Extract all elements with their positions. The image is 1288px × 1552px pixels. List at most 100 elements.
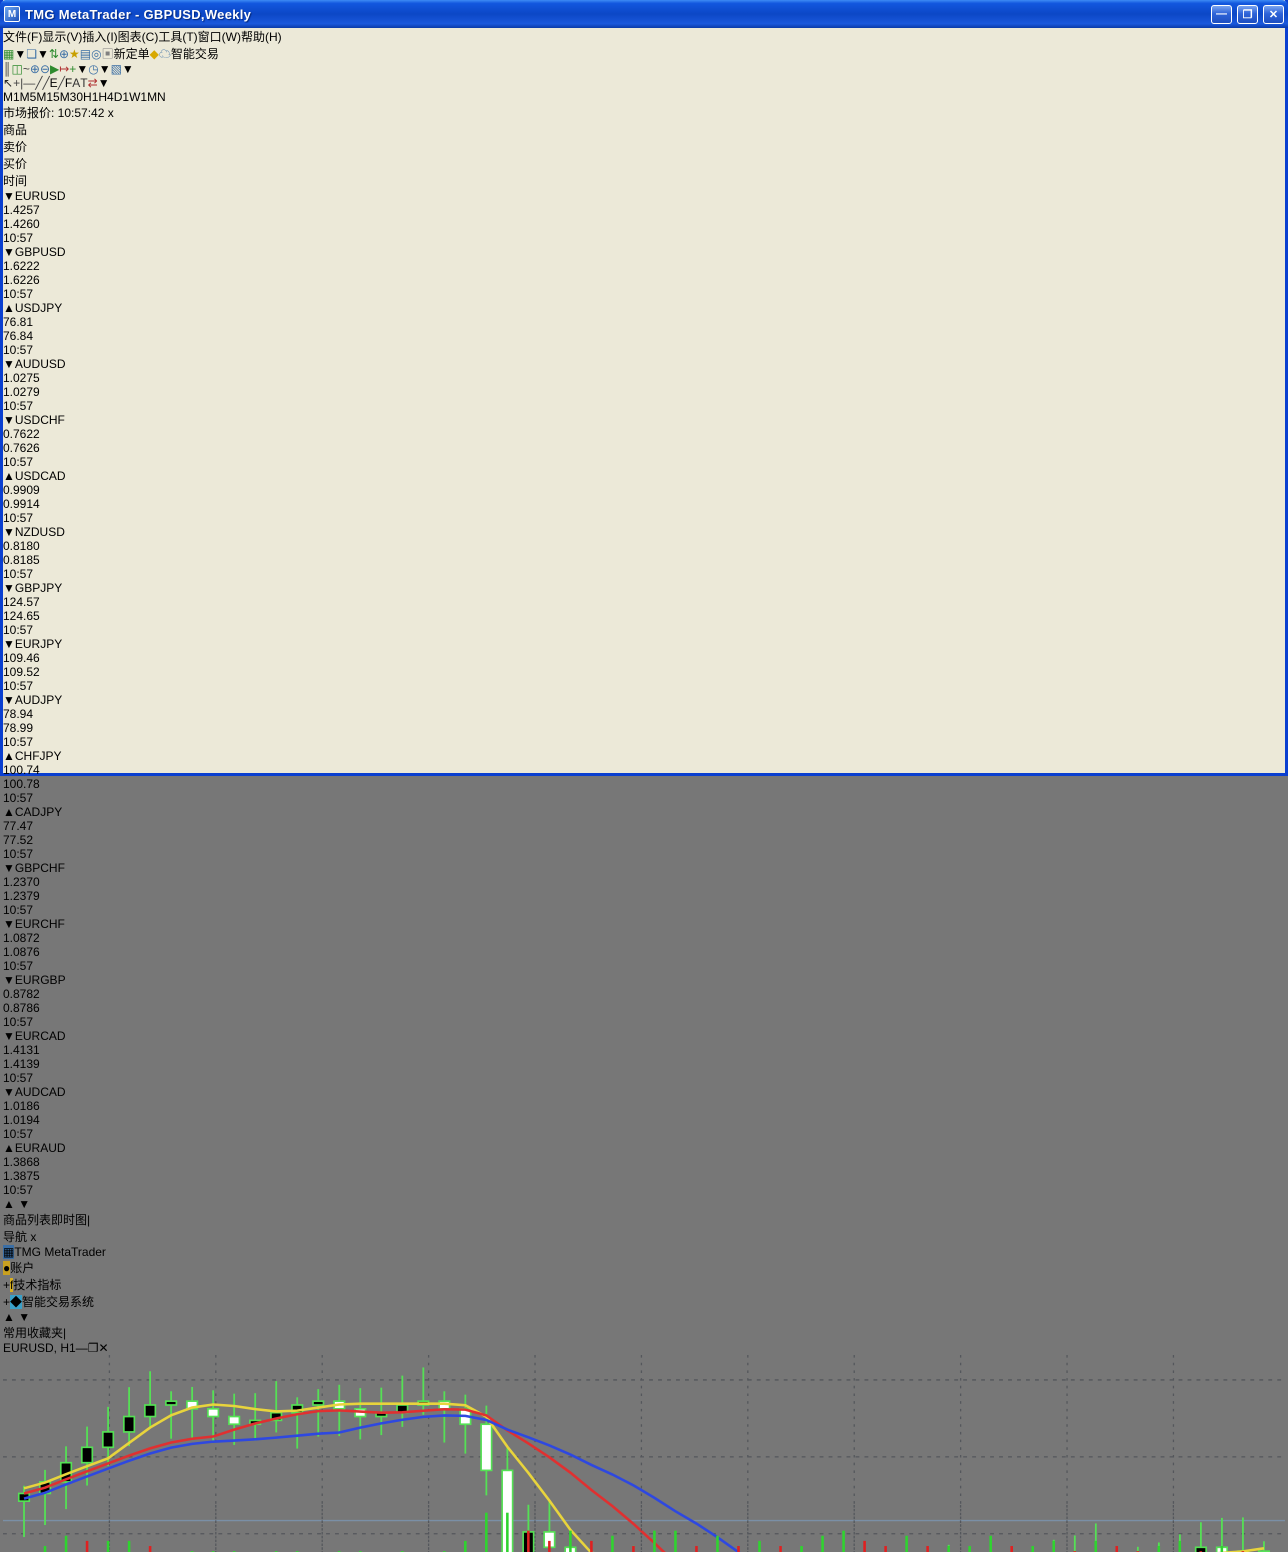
navigator-item[interactable]: ●账户 [3,1259,1285,1276]
chevron-down-icon[interactable]: ▼ [37,47,49,61]
market-watch-row[interactable]: ▼EURUSD1.42571.426010:57 [3,189,1285,245]
menu-item[interactable]: 图表(C) [118,30,159,44]
navigator-tab-1[interactable]: 收藏夹 [27,1326,63,1340]
chart-minimize-button[interactable]: — [76,1341,88,1355]
chevron-down-icon[interactable]: ▼ [14,47,26,61]
symbol-cell: ▼AUDUSD [3,357,1285,371]
fibonacci-button[interactable]: ╱F [58,76,73,90]
scroll-up-icon[interactable]: ▲ [3,1310,15,1324]
timeframe-button-m1[interactable]: M1 [3,90,20,104]
indicators-button[interactable]: +▼ [69,62,88,76]
timeframe-button-mn[interactable]: MN [147,90,166,104]
symbol-cell: ▲CADJPY [3,805,1285,819]
maximize-button[interactable]: ❐ [1237,5,1258,24]
market-watch-row[interactable]: ▲CADJPY77.4777.5210:57 [3,805,1285,861]
scroll-down-icon[interactable]: ▼ [18,1310,30,1324]
market-watch-column-header[interactable]: 买价 [3,155,1285,172]
chevron-down-icon[interactable]: ▼ [99,62,111,76]
navigator-scrollbar[interactable]: ▲ ▼ [3,1310,1285,1324]
timeframe-button-d1[interactable]: D1 [114,90,129,104]
zoom-out-button[interactable]: ⊖ [40,62,50,76]
menu-item[interactable]: 工具(T) [158,30,197,44]
market-watch-button[interactable]: ⇅ [49,47,59,61]
horizontal-line-button[interactable]: — [23,76,35,90]
scroll-down-icon[interactable]: ▼ [18,1197,30,1211]
market-watch-column-header[interactable]: 时间 [3,172,1285,189]
market-watch-row[interactable]: ▼AUDJPY78.9478.9910:57 [3,693,1285,749]
zoom-in-button[interactable]: ⊕ [30,62,40,76]
market-watch-column-header[interactable]: 卖价 [3,138,1285,155]
market-watch-row[interactable]: ▼GBPJPY124.57124.6510:57 [3,581,1285,637]
chevron-down-icon[interactable]: ▼ [98,76,110,90]
market-watch-tab-0[interactable]: 商品列表 [3,1213,51,1227]
candlestick-button[interactable]: ◫ [12,62,23,76]
market-watch-row[interactable]: ▼NZDUSD0.81800.818510:57 [3,525,1285,581]
expand-icon[interactable]: + [3,1295,10,1309]
navigator-button[interactable]: ★ [69,47,80,61]
arrow-tools-button[interactable]: ⇄▼ [88,76,110,90]
market-watch-tab-1[interactable]: 即时图 [51,1213,87,1227]
market-watch-scrollbar[interactable]: ▲ ▼ [3,1197,1285,1211]
market-watch-row[interactable]: ▼GBPCHF1.23701.237910:57 [3,861,1285,917]
strategy-tester-button[interactable]: ◎ [91,47,101,61]
chart-shift-button[interactable]: ↦ [59,62,69,76]
expert-advisors-button[interactable]: ☁智能交易 [159,45,219,62]
market-watch-row[interactable]: ▼EURJPY109.46109.5210:57 [3,637,1285,693]
auto-scroll-button[interactable]: ▶ [50,62,59,76]
navigator-tab-0[interactable]: 常用 [3,1326,27,1340]
market-watch-row[interactable]: ▼USDCHF0.76220.762610:57 [3,413,1285,469]
menu-item[interactable]: 帮助(H) [241,30,282,44]
market-watch-row[interactable]: ▲EURAUD1.38681.387510:57 [3,1141,1285,1197]
market-watch-row[interactable]: ▲USDJPY76.8176.8410:57 [3,301,1285,357]
menu-item[interactable]: 显示(V) [42,30,82,44]
market-watch-row[interactable]: ▲USDCAD0.99090.991410:57 [3,469,1285,525]
bar-chart-button[interactable]: ║ [3,62,12,76]
menu-item[interactable]: 窗口(W) [198,30,241,44]
text-label-button[interactable]: T [80,76,87,90]
chart-maximize-button[interactable]: ❐ [88,1341,99,1355]
navigator-item-label: 技术指标 [13,1278,61,1292]
market-watch-row[interactable]: ▲CHFJPY100.74100.7810:57 [3,749,1285,805]
templates-button[interactable]: ▧▼ [111,62,134,76]
navigator-item[interactable]: +f技术指标 [3,1276,1285,1293]
market-watch-row[interactable]: ▼EURGBP0.87820.878610:57 [3,973,1285,1029]
market-watch-row[interactable]: ▼AUDUSD1.02751.027910:57 [3,357,1285,413]
chevron-down-icon[interactable]: ▼ [122,62,134,76]
new-chart-button[interactable]: ▦▼ [3,47,26,61]
timeframe-button-h1[interactable]: H1 [83,90,98,104]
cursor-button[interactable]: ↖ [3,76,13,90]
equidistant-channel-button[interactable]: ╱E [42,76,57,90]
navigator-close-icon[interactable]: x [30,1230,36,1244]
market-watch-row[interactable]: ▼AUDCAD1.01861.019410:57 [3,1085,1285,1141]
timeframe-button-m15[interactable]: M15 [36,90,59,104]
terminal-button[interactable]: ▤ [80,47,91,61]
timeframe-button-h4[interactable]: H4 [98,90,113,104]
chart-body[interactable]: EURUSD,H1 1.4199 1.4267 1.4178 1.4257Gat… [3,1355,1285,1552]
navigator-item[interactable]: ▦TMG MetaTrader [3,1245,1285,1259]
timeframe-button-m30[interactable]: M30 [60,90,83,104]
scroll-up-icon[interactable]: ▲ [3,1197,15,1211]
market-watch-row[interactable]: ▼EURCHF1.08721.087610:57 [3,917,1285,973]
data-window-button[interactable]: ⊕ [59,47,69,61]
market-watch-row[interactable]: ▼GBPUSD1.62221.622610:57 [3,245,1285,301]
text-button[interactable]: A [72,76,80,90]
profiles-button[interactable]: ❏▼ [26,47,49,61]
crosshair-button[interactable]: + [13,76,20,90]
chart-window-titlebar[interactable]: EURUSD, H1—❐✕ [3,1341,1285,1355]
menu-item[interactable]: 插入(I) [82,30,117,44]
chart-close-button[interactable]: ✕ [98,1341,108,1355]
line-chart-button[interactable]: ~ [23,62,30,76]
expand-icon[interactable]: + [3,1278,10,1292]
market-watch-row[interactable]: ▼EURCAD1.41311.413910:57 [3,1029,1285,1085]
close-button[interactable]: ✕ [1263,5,1284,24]
chevron-down-icon[interactable]: ▼ [76,62,88,76]
menu-item[interactable]: 文件(F) [3,30,42,44]
navigator-item[interactable]: +◆智能交易系统 [3,1293,1285,1310]
market-watch-close-icon[interactable]: x [108,106,114,120]
periods-button[interactable]: ◷▼ [88,62,110,76]
market-watch-column-header[interactable]: 商品 [3,121,1285,138]
minimize-button[interactable]: — [1211,5,1232,24]
metaeditor-button[interactable]: ◆ [150,47,159,61]
timeframe-button-m5[interactable]: M5 [20,90,37,104]
timeframe-button-w1[interactable]: W1 [129,90,147,104]
